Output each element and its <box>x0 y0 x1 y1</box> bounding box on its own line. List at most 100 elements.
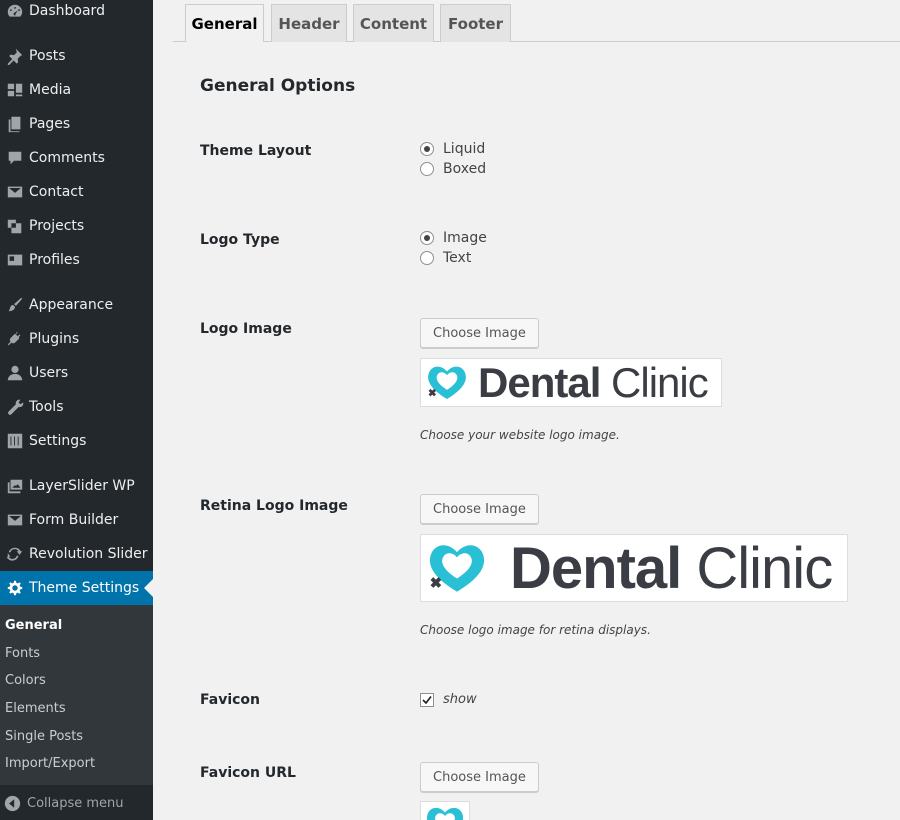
collapse-menu-button[interactable]: Collapse menu <box>0 790 153 816</box>
tab-footer[interactable]: Footer <box>440 4 511 42</box>
collapse-arrow-icon <box>1 792 23 814</box>
logo-word-clinic: Clinic <box>696 535 833 601</box>
tab-header[interactable]: Header <box>271 4 347 42</box>
section-title: General Options <box>200 76 356 96</box>
sidebar-item-label: Tools <box>29 399 64 415</box>
retina-logo-image-label: Retina Logo Image <box>200 498 348 514</box>
sidebar-item-settings[interactable]: Settings <box>0 424 153 458</box>
wrench-icon <box>0 390 29 424</box>
submenu-item-fonts[interactable]: Fonts <box>5 646 40 661</box>
favicon-show-checkbox[interactable] <box>420 692 434 707</box>
radio-label: Image <box>443 230 487 246</box>
theme-layout-label: Theme Layout <box>200 143 312 159</box>
sidebar-item-label: Contact <box>29 184 84 200</box>
sidebar-item-label: Comments <box>29 150 105 166</box>
radio-label: Text <box>443 250 472 266</box>
pages-icon <box>0 107 29 141</box>
favicon-show-label: show <box>443 692 477 707</box>
retina-logo-text: Dental Clinic <box>510 535 833 601</box>
choose-favicon-button[interactable]: Choose Image <box>420 762 539 792</box>
sidebar-item-label: Theme Settings <box>29 580 140 596</box>
sliders-icon <box>0 424 29 458</box>
logo-text: Dental Clinic <box>478 358 709 406</box>
sidebar-item-label: Users <box>29 365 69 381</box>
sidebar-item-projects[interactable]: Projects <box>0 209 153 243</box>
sidebar-item-tools[interactable]: Tools <box>0 390 153 424</box>
sidebar-item-label: Posts <box>29 48 66 64</box>
logo-image-label: Logo Image <box>200 321 292 337</box>
choose-retina-logo-image-button[interactable]: Choose Image <box>420 494 539 524</box>
choose-logo-image-button[interactable]: Choose Image <box>420 318 539 348</box>
sidebar-item-label: Form Builder <box>29 512 119 528</box>
submenu-item-elements[interactable]: Elements <box>5 701 66 716</box>
theme-settings-submenu: General Fonts Colors Elements Single Pos… <box>0 605 153 785</box>
theme-layout-option-liquid[interactable]: Liquid <box>420 141 485 157</box>
sidebar-item-users[interactable]: Users <box>0 356 153 390</box>
checkmark-icon <box>422 695 432 704</box>
projects-icon <box>0 209 29 243</box>
retina-logo-preview: Dental Clinic <box>420 534 848 602</box>
images-icon <box>0 469 29 503</box>
submenu-item-import-export[interactable]: Import/Export <box>5 756 95 771</box>
radio-boxed[interactable] <box>420 162 434 176</box>
favicon-label: Favicon <box>200 692 260 708</box>
refresh-icon <box>0 537 29 571</box>
collapse-menu-label: Collapse menu <box>27 795 124 811</box>
logo-word-dental: Dental <box>478 358 601 406</box>
sidebar-item-media[interactable]: Media <box>0 73 153 107</box>
sidebar-item-plugins[interactable]: Plugins <box>0 322 153 356</box>
radio-text[interactable] <box>420 251 434 265</box>
sidebar-item-profiles[interactable]: Profiles <box>0 243 153 277</box>
radio-label: Boxed <box>443 161 487 177</box>
tooth-heart-logo-icon <box>428 366 466 400</box>
sidebar-item-label: Projects <box>29 218 85 234</box>
theme-layout-option-boxed[interactable]: Boxed <box>420 161 486 177</box>
sidebar-item-label: Pages <box>29 116 71 132</box>
main-content: General Header Content Footer General Op… <box>153 0 900 820</box>
pushpin-icon <box>0 39 29 73</box>
logo-word-clinic: Clinic <box>611 358 709 406</box>
submenu-item-colors[interactable]: Colors <box>5 673 46 688</box>
sidebar-item-appearance[interactable]: Appearance <box>0 288 153 322</box>
sidebar-item-label: Revolution Slider <box>29 546 148 562</box>
envelope-icon <box>0 503 29 537</box>
favicon-preview <box>420 801 470 820</box>
tab-general[interactable]: General <box>185 4 264 42</box>
favicon-show-toggle[interactable]: show <box>420 692 477 707</box>
radio-liquid[interactable] <box>420 142 434 156</box>
sidebar-item-label: Plugins <box>29 331 80 347</box>
tab-content[interactable]: Content <box>353 4 434 42</box>
sidebar-item-comments[interactable]: Comments <box>0 141 153 175</box>
sidebar-item-layerslider[interactable]: LayerSlider WP <box>0 469 153 503</box>
retina-logo-image-hint: Choose logo image for retina displays. <box>420 623 651 637</box>
sidebar-item-theme-settings[interactable]: Theme Settings <box>0 571 153 605</box>
sidebar-item-revolution-slider[interactable]: Revolution Slider <box>0 537 153 571</box>
sidebar-item-posts[interactable]: Posts <box>0 39 153 73</box>
media-icon <box>0 73 29 107</box>
radio-image[interactable] <box>420 231 434 245</box>
logo-word-dental: Dental <box>510 535 682 601</box>
logo-type-option-image[interactable]: Image <box>420 230 487 246</box>
id-card-icon <box>0 243 29 277</box>
sidebar-item-label: Dashboard <box>29 3 105 19</box>
comment-icon <box>0 141 29 175</box>
sidebar-item-pages[interactable]: Pages <box>0 107 153 141</box>
submenu-item-single-posts[interactable]: Single Posts <box>5 729 83 744</box>
sidebar-item-contact[interactable]: Contact <box>0 175 153 209</box>
logo-type-option-text[interactable]: Text <box>420 250 471 266</box>
admin-sidebar: Dashboard Posts Media Pages Comments Con… <box>0 0 153 820</box>
sidebar-item-label: LayerSlider WP <box>29 478 135 494</box>
sidebar-item-form-builder[interactable]: Form Builder <box>0 503 153 537</box>
favicon-url-label: Favicon URL <box>200 765 296 781</box>
submenu-item-general[interactable]: General <box>5 618 62 633</box>
sidebar-item-label: Settings <box>29 433 87 449</box>
active-indicator <box>144 579 153 597</box>
sidebar-item-dashboard[interactable]: Dashboard <box>0 0 153 28</box>
logo-type-label: Logo Type <box>200 232 280 248</box>
sidebar-item-label: Media <box>29 82 72 98</box>
radio-label: Liquid <box>443 141 486 157</box>
plug-icon <box>0 322 29 356</box>
sidebar-item-label: Appearance <box>29 297 114 313</box>
sidebar-item-label: Profiles <box>29 252 80 268</box>
tooth-heart-logo-icon <box>429 545 485 592</box>
